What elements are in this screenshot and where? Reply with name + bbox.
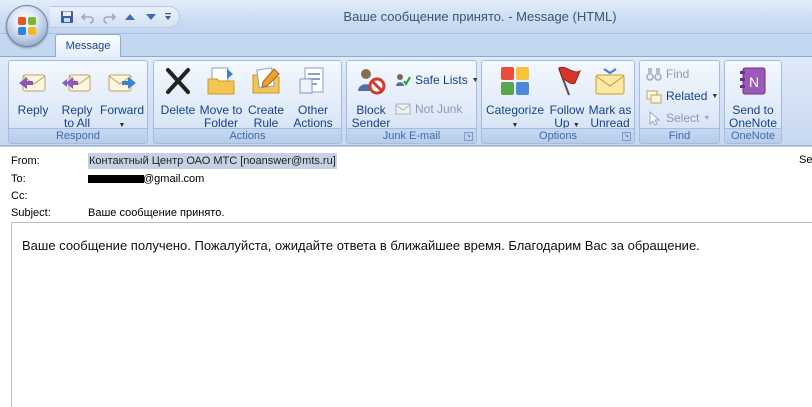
group-find: Find Related ▼ Select ▼ Find <box>639 60 720 144</box>
follow-up-label-1: Follow <box>549 103 585 117</box>
safe-lists-dropdown-icon: ▼ <box>471 76 479 84</box>
tab-message[interactable]: Message <box>55 34 121 57</box>
reply-icon <box>19 74 46 92</box>
find-label: Find <box>666 67 690 81</box>
safe-lists-label: Safe Lists <box>415 73 468 87</box>
follow-up-button[interactable]: Follow Up ▼ <box>545 65 589 130</box>
forward-icon <box>108 74 136 92</box>
block-sender-button[interactable]: Block Sender <box>349 65 393 130</box>
categorize-label: Categorize <box>485 103 545 117</box>
group-options-label: Options <box>482 128 634 143</box>
categorize-button[interactable]: Categorize ▼ <box>484 65 546 129</box>
move-to-folder-icon <box>207 67 235 95</box>
create-rule-icon <box>252 67 280 94</box>
group-actions: Delete Move to Folder ▼ Create Rule <box>153 60 342 144</box>
block-sender-icon <box>358 69 386 95</box>
select-cursor-icon <box>649 110 661 126</box>
window-title: Ваше сообщение принято. - Message (HTML) <box>343 9 617 24</box>
related-messages-icon <box>646 90 662 104</box>
not-junk-label: Not Junk <box>415 102 463 116</box>
to-value[interactable]: @gmail.com <box>88 171 204 187</box>
create-rule-label-1: Create <box>247 103 285 117</box>
group-onenote: N Send to OneNote OneNote <box>724 60 782 144</box>
to-label: To: <box>11 173 26 185</box>
mark-as-unread-label-1: Mark as <box>588 103 632 117</box>
create-rule-button[interactable]: Create Rule <box>244 65 288 130</box>
other-actions-button[interactable]: Other Actions ▼ <box>289 65 337 142</box>
group-actions-label: Actions <box>154 128 341 143</box>
reply-all-label-1: Reply <box>61 103 93 117</box>
subject-label: Subject: <box>11 207 51 219</box>
mark-as-unread-button[interactable]: Mark as Unread <box>586 65 634 130</box>
send-to-onenote-label-1: Send to <box>732 103 774 117</box>
block-sender-label-1: Block <box>356 103 386 117</box>
group-find-label: Find <box>640 128 719 143</box>
group-respond-label: Respond <box>9 128 147 143</box>
from-label: From: <box>11 155 40 167</box>
safe-lists-button[interactable]: Safe Lists ▼ <box>395 70 479 90</box>
svg-text:N: N <box>749 74 759 90</box>
safe-lists-icon <box>396 74 411 86</box>
not-junk-icon <box>395 103 411 115</box>
forward-label: Forward <box>99 103 144 117</box>
forward-button[interactable]: Forward ▼ <box>99 65 145 129</box>
delete-button[interactable]: Delete <box>156 65 200 129</box>
send-to-onenote-button[interactable]: N Send to OneNote <box>727 65 779 130</box>
ribbon: Reply Reply to All Forward ▼ Respond Del… <box>0 56 812 146</box>
onenote-icon: N <box>740 67 766 95</box>
related-dropdown-icon: ▼ <box>711 92 719 100</box>
delete-icon <box>166 68 190 94</box>
mark-as-unread-icon <box>595 68 625 95</box>
redacted-address <box>88 175 144 184</box>
title-bar: Ваше сообщение принято. - Message (HTML) <box>0 0 812 34</box>
binoculars-icon <box>646 68 662 81</box>
group-onenote-label: OneNote <box>725 128 781 143</box>
reply-all-button[interactable]: Reply to All <box>55 65 99 130</box>
select-dropdown-icon: ▼ <box>703 114 711 122</box>
ribbon-tab-strip: Message <box>0 34 812 57</box>
delete-label: Delete <box>160 103 196 117</box>
move-to-folder-button[interactable]: Move to Folder ▼ <box>199 65 243 142</box>
select-label: Select <box>666 111 700 125</box>
message-header: From: Контактный Центр ОАО МТС [noanswer… <box>0 146 812 222</box>
categorize-icon <box>501 67 529 95</box>
message-body-text: Ваше сообщение получено. Пожалуйста, ожи… <box>22 238 700 253</box>
related-button[interactable]: Related ▼ <box>646 86 718 106</box>
group-respond: Reply Reply to All Forward ▼ Respond <box>8 60 148 144</box>
to-value-text: @gmail.com <box>143 173 205 185</box>
subject-value: Ваше сообщение принято. <box>88 207 225 219</box>
office-button[interactable] <box>6 5 48 47</box>
reply-button[interactable]: Reply <box>11 65 55 129</box>
cc-label: Cc: <box>11 190 28 202</box>
junk-email-options-launcher[interactable]: ↘ <box>464 132 473 141</box>
select-button[interactable]: Select ▼ <box>646 108 710 128</box>
office-logo-icon <box>18 17 36 35</box>
from-value[interactable]: Контактный Центр ОАО МТС [noanswer@mts.r… <box>88 153 337 169</box>
sent-label-truncated: Se <box>799 154 812 166</box>
other-actions-icon <box>299 67 324 94</box>
move-label-1: Move to <box>199 103 243 117</box>
group-junk-email-label: Junk E-mail <box>347 128 476 143</box>
related-label: Related <box>666 89 708 103</box>
reply-all-icon <box>62 74 91 92</box>
group-options: Categorize ▼ Follow Up ▼ Mark as Unread … <box>481 60 635 144</box>
group-junk-email: Block Sender Safe Lists ▼ Not Junk Junk … <box>346 60 479 144</box>
find-button[interactable]: Find <box>646 64 689 84</box>
options-launcher[interactable]: ↘ <box>622 132 631 141</box>
not-junk-button[interactable]: Not Junk <box>395 99 462 119</box>
follow-up-flag-icon <box>558 66 582 96</box>
other-actions-label-1: Other <box>297 103 328 117</box>
reply-label: Reply <box>17 103 49 117</box>
message-body[interactable]: Ваше сообщение получено. Пожалуйста, ожи… <box>11 222 812 407</box>
